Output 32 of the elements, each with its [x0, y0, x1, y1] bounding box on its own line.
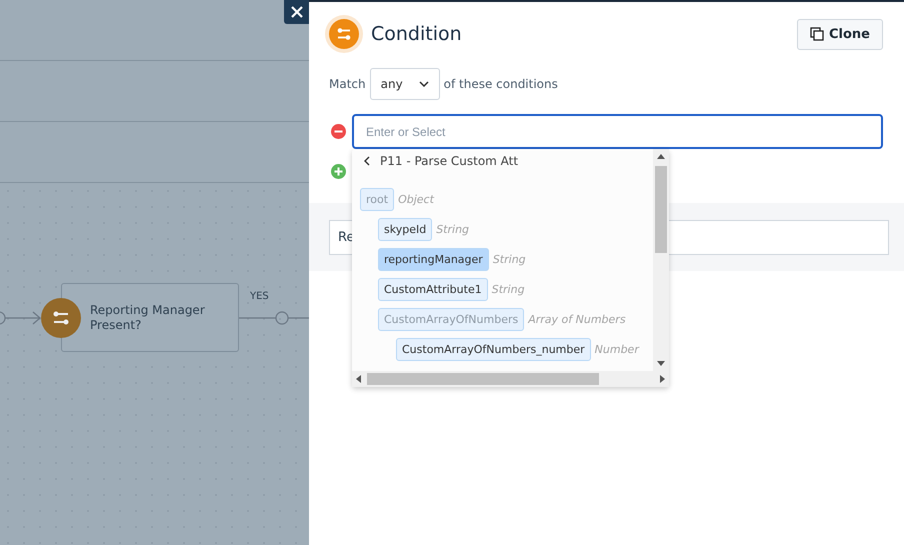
clone-button[interactable]: Clone: [797, 18, 883, 50]
type-label: String: [492, 282, 525, 296]
node-label: Reporting Manager Present?: [90, 302, 206, 332]
panel-title: Condition: [371, 23, 463, 45]
edge-label: YES: [250, 291, 269, 302]
type-label: String: [436, 222, 470, 236]
scroll-down-icon[interactable]: [657, 361, 665, 366]
chevron-left-icon: [364, 156, 370, 166]
connector-line: [239, 311, 309, 325]
match-select[interactable]: any: [370, 68, 440, 100]
match-suffix: of these conditions: [444, 77, 558, 91]
type-label: Array of Numbers: [528, 312, 626, 326]
remove-icon[interactable]: [331, 124, 346, 139]
condition-node[interactable]: Reporting Manager Present?: [61, 283, 239, 352]
horizontal-scrollbar[interactable]: [352, 371, 669, 387]
type-label: Number: [594, 342, 639, 356]
scroll-left-icon[interactable]: [356, 375, 361, 383]
sliders-icon: [41, 298, 81, 338]
copy-icon: [810, 27, 824, 41]
scroll-up-icon[interactable]: [657, 154, 665, 159]
scrollbar[interactable]: [653, 149, 669, 371]
type-label: Object: [398, 192, 434, 206]
condition-input[interactable]: Enter or Select: [352, 114, 883, 149]
back-link[interactable]: P11 - Parse Custom Att: [364, 154, 518, 168]
close-icon: [290, 5, 304, 19]
chevron-down-icon: [418, 81, 429, 87]
type-label: String: [492, 252, 526, 266]
connector-arrow: [0, 311, 42, 325]
sliders-icon: [325, 15, 363, 53]
match-label: Match: [329, 77, 366, 91]
close-button[interactable]: [284, 0, 309, 24]
scroll-right-icon[interactable]: [660, 375, 665, 383]
